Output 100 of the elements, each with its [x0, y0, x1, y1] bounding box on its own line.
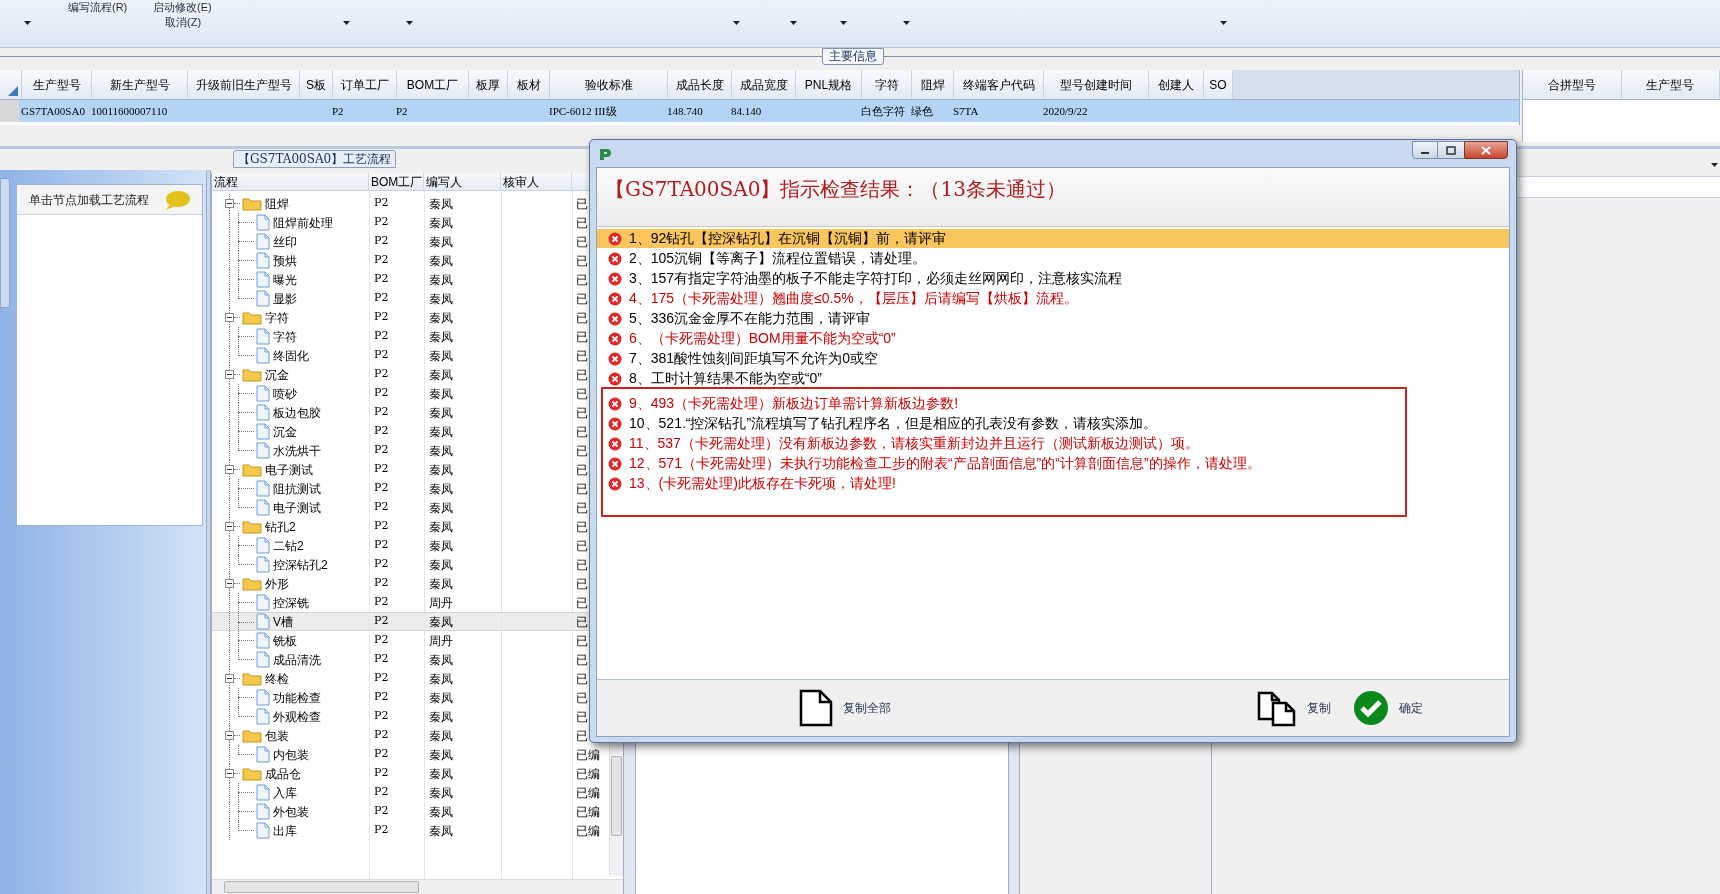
table-cell-text: 已: [575, 423, 588, 441]
tree-row[interactable]: 外形 P2 秦凤 已: [212, 574, 609, 593]
menu-item[interactable]: 取消(Z): [165, 15, 202, 29]
collapse-icon[interactable]: [225, 199, 234, 208]
table-cell-text: 秦凤: [428, 670, 454, 688]
column-header[interactable]: 流程: [212, 173, 369, 190]
table-cell-text: 已: [575, 727, 588, 745]
table-cell-text: 秦凤: [428, 271, 454, 289]
tree-item-label: 外观检查: [273, 708, 321, 726]
column-header[interactable]: S板: [300, 70, 333, 99]
tree-row[interactable]: 铣板 P2 周丹 已: [212, 631, 609, 650]
collapse-icon[interactable]: [225, 465, 234, 474]
table-cell-text: P2: [373, 461, 390, 478]
table-cell-text: 秦凤: [428, 252, 454, 270]
table-cell-text: 已: [575, 461, 588, 479]
maximize-button[interactable]: [1438, 141, 1464, 159]
tree-row[interactable]: 终检 P2 秦凤 已: [212, 669, 609, 688]
table-cell-text: 秦凤: [428, 290, 454, 308]
column-header[interactable]: BOM工厂: [397, 70, 469, 99]
column-header[interactable]: 型号创建时间: [1044, 70, 1149, 99]
column-header[interactable]: 订单工厂: [333, 70, 397, 99]
column-header[interactable]: 成品长度: [668, 70, 732, 99]
tree-row[interactable]: 外观检查 P2 秦凤 已: [212, 707, 609, 726]
document-icon: [256, 822, 270, 839]
menu-item[interactable]: 编写流程(R): [68, 0, 128, 14]
table-cell-text: 秦凤: [428, 613, 454, 630]
column-header[interactable]: 新生产型号: [92, 70, 188, 99]
table-cell-text: 已编: [575, 822, 600, 840]
tree-row[interactable]: 出库 P2 秦凤 已编: [212, 821, 609, 840]
corner-triangle-icon: [8, 86, 18, 96]
tree-row[interactable]: 控深钻孔2 P2 秦凤 已: [212, 555, 609, 574]
column-header[interactable]: BOM工厂: [369, 173, 424, 190]
folder-icon: [242, 519, 262, 534]
tab[interactable]: 【GS7TA00SA0】工艺流程: [233, 150, 397, 168]
column-header[interactable]: 板材: [508, 70, 550, 99]
tree-row[interactable]: 内包装 P2 秦凤 已编: [212, 745, 609, 764]
result-item[interactable]: 1、92钻孔【控深钻孔】在沉铜【沉铜】前，请评审: [597, 229, 1509, 248]
folder-icon: [242, 671, 262, 686]
table-cell-text: 秦凤: [428, 708, 454, 726]
column-header[interactable]: 验收标准: [550, 70, 668, 99]
collapse-icon[interactable]: [225, 579, 234, 588]
dialog-button[interactable]: 复制全部: [797, 688, 893, 728]
table-cell-text: P2: [373, 651, 390, 668]
tree-row[interactable]: 功能检查 P2 秦凤 已: [212, 688, 609, 707]
tree-row[interactable]: 成品仓 P2 秦凤 已编: [212, 764, 609, 783]
tree-item-label: V槽: [273, 613, 293, 631]
tree-row[interactable]: 阻焊前处理 P2 秦凤 已: [212, 213, 609, 232]
table-cell-text: P2: [373, 328, 390, 345]
tree-row[interactable]: 二钻2 P2 秦凤 已: [212, 536, 609, 555]
horizontal-scrollbar[interactable]: [212, 879, 623, 894]
column-header[interactable]: PNL规格: [796, 70, 862, 99]
collapse-icon[interactable]: [225, 370, 234, 379]
column-header[interactable]: 生产型号: [22, 70, 92, 99]
column-header[interactable]: 阻焊: [912, 70, 954, 99]
table-cell-text: P2: [373, 632, 390, 649]
table-cell-text: 已: [575, 480, 588, 498]
column-header[interactable]: 合拼型号: [1523, 70, 1622, 99]
column-header[interactable]: 板厚: [469, 70, 508, 99]
collapse-icon[interactable]: [225, 674, 234, 683]
document-icon: [256, 480, 270, 497]
column-header[interactable]: 字符: [862, 70, 912, 99]
document-icon: [256, 594, 270, 611]
column-header[interactable]: 成品宽度: [732, 70, 796, 99]
table-cell-text: 已: [575, 309, 588, 327]
column-header[interactable]: 升级前旧生产型号: [188, 70, 300, 99]
tree-row[interactable]: 包装 P2 秦凤 已: [212, 726, 609, 745]
error-icon: [608, 331, 622, 346]
column-header[interactable]: 终端客户代码: [954, 70, 1044, 99]
dialog-button[interactable]: 复制: [1255, 688, 1333, 728]
column-header[interactable]: 编写人: [424, 173, 501, 190]
close-icon: [1481, 145, 1491, 155]
tree-row[interactable]: 成品清洗 P2 秦凤 已: [212, 650, 609, 669]
collapse-icon[interactable]: [225, 731, 234, 740]
tree-item-label: 控深铣: [273, 594, 309, 612]
column-header[interactable]: 生产型号: [1621, 70, 1720, 99]
folder-icon: [242, 462, 262, 477]
table-cell-text: P2: [373, 499, 390, 516]
error-icon: [608, 436, 622, 451]
close-button[interactable]: [1464, 141, 1508, 159]
tree-row[interactable]: 钻孔2 P2 秦凤 已: [212, 517, 609, 536]
column-header[interactable]: 创建人: [1149, 70, 1204, 99]
error-icon: [608, 231, 622, 246]
table-cell-text: 已: [575, 252, 588, 270]
folder-icon: [242, 576, 262, 591]
table-cell-text: 秦凤: [428, 784, 454, 802]
dropdown-arrow-icon: [790, 21, 797, 25]
tree-item-label: 成品清洗: [273, 651, 321, 669]
tree-row[interactable]: 入库 P2 秦凤 已编: [212, 783, 609, 802]
collapse-icon[interactable]: [225, 522, 234, 531]
collapse-icon[interactable]: [225, 313, 234, 322]
tree-row[interactable]: 电子测试 P2 秦凤 已: [212, 498, 609, 517]
table-cell-text: P2: [373, 347, 390, 364]
document-icon: [256, 632, 270, 649]
menu-item[interactable]: 启动修改(E): [153, 0, 212, 14]
dialog-button[interactable]: 确定: [1351, 688, 1425, 728]
collapse-icon[interactable]: [225, 769, 234, 778]
column-header[interactable]: 核审人: [501, 173, 572, 190]
tree-row[interactable]: 外包装 P2 秦凤 已编: [212, 802, 609, 821]
grid-row[interactable]: GS7TA00SA0 10011600007110 P2 P2 IPC-6012 III级 148.740 84.140 白色字符 绿色 S7TA 2020/9/22: [0, 100, 1519, 122]
minimize-button[interactable]: [1412, 141, 1438, 159]
